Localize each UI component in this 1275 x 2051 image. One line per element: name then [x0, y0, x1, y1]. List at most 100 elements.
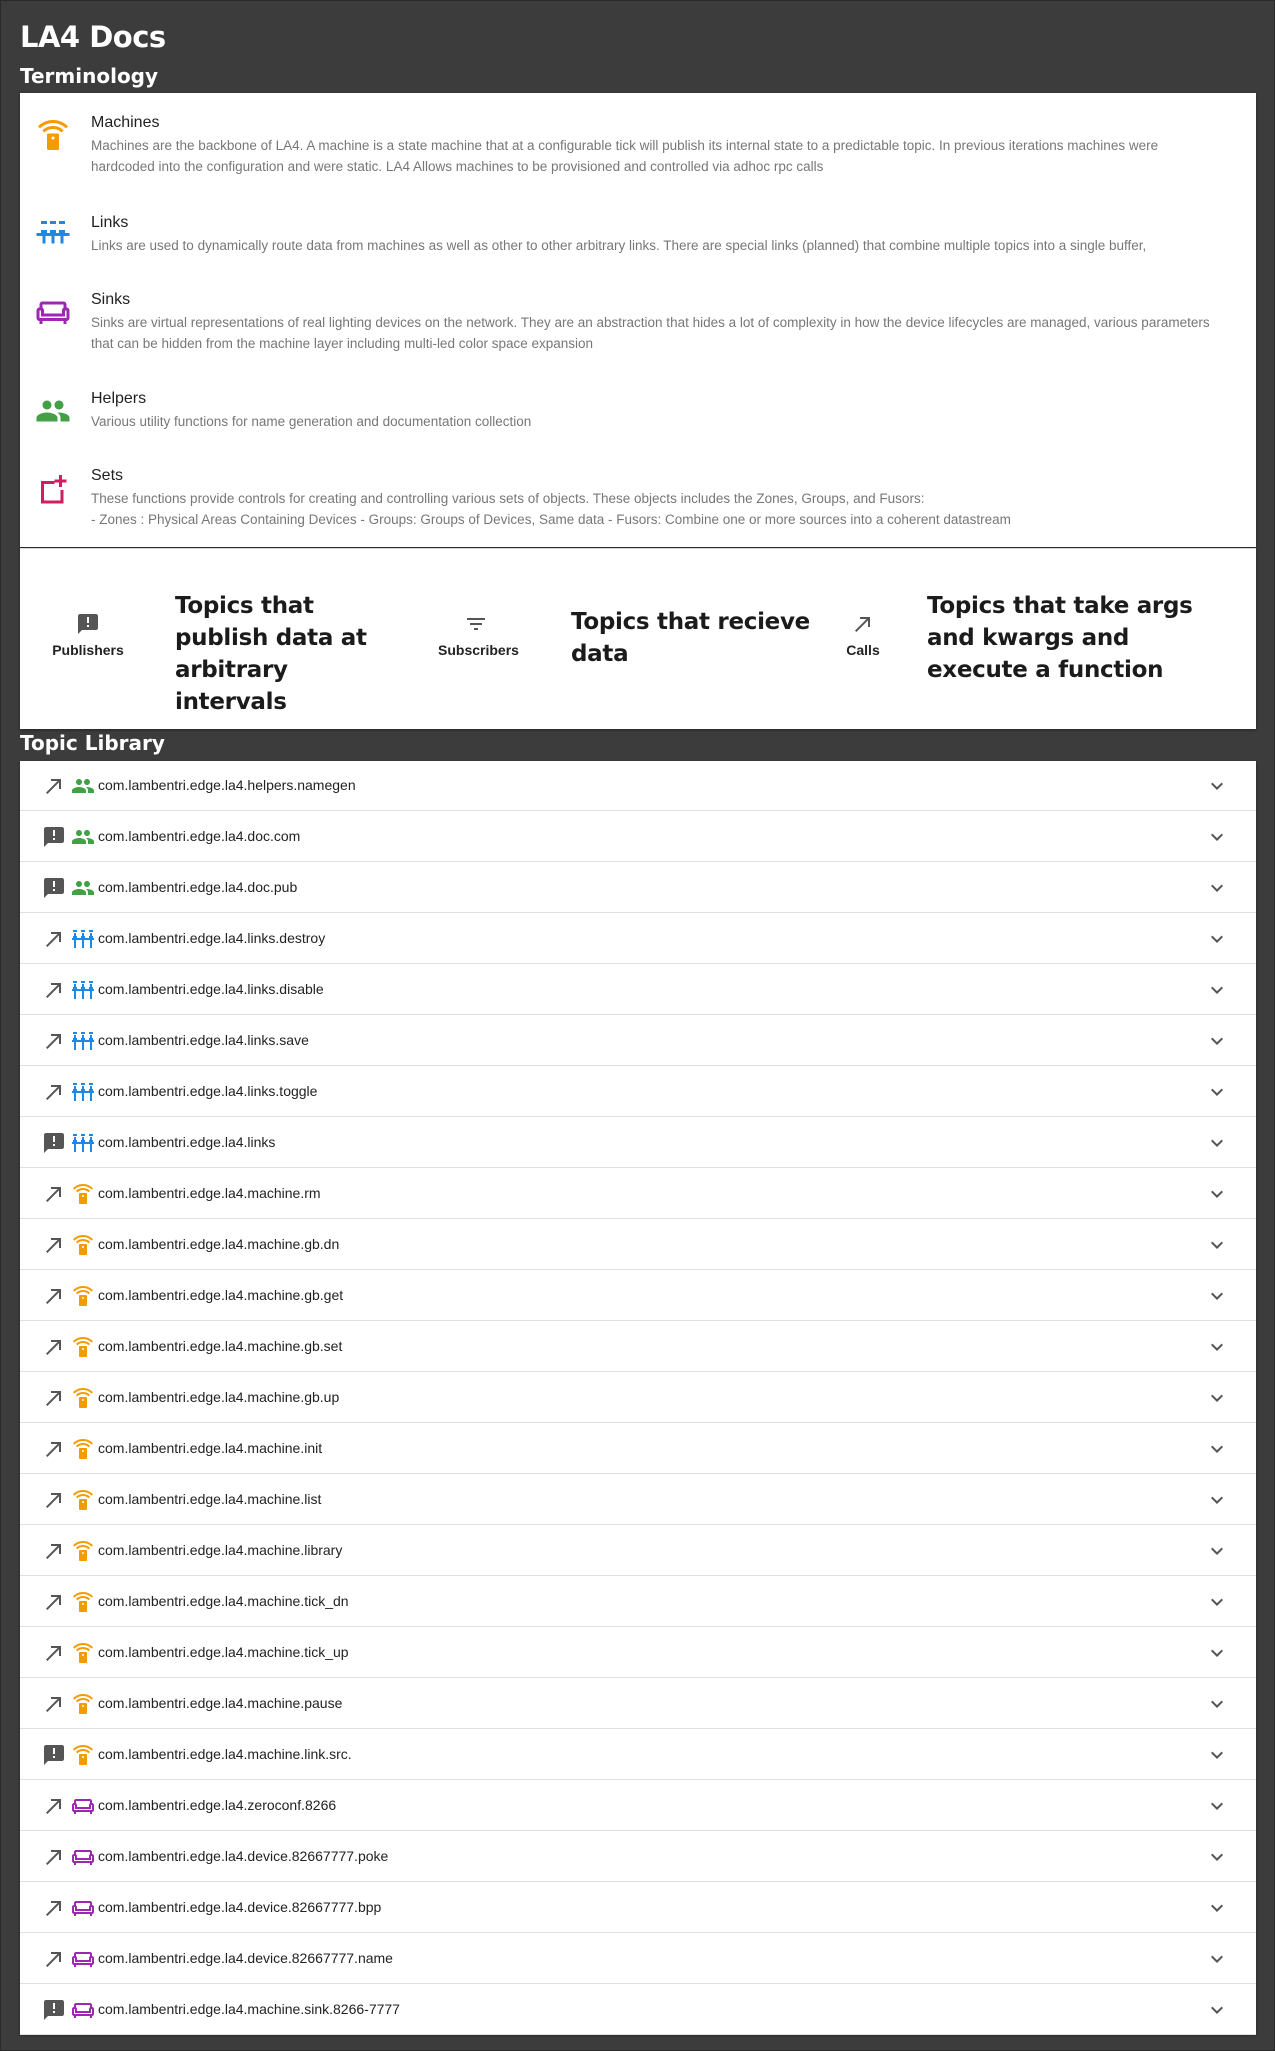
- topic-row[interactable]: com.lambentri.edge.la4.machine.library: [20, 1526, 1256, 1576]
- people-icon: [35, 393, 71, 429]
- filter-icon: [464, 612, 488, 636]
- chevron-down-icon[interactable]: [1205, 1947, 1229, 1971]
- term-desc: Sinks are virtual representations of rea…: [91, 315, 1210, 351]
- call-made-icon: [42, 1539, 66, 1563]
- topic-row[interactable]: com.lambentri.edge.la4.machine.pause: [20, 1679, 1256, 1729]
- legend-label: Publishers: [52, 642, 124, 658]
- call-made-icon: [42, 978, 66, 1002]
- sink-icon: [35, 294, 71, 330]
- chevron-down-icon[interactable]: [1205, 1845, 1229, 1869]
- topic-row[interactable]: com.lambentri.edge.la4.machine.gb.up: [20, 1373, 1256, 1423]
- topic-name: com.lambentri.edge.la4.zeroconf.8266: [98, 1797, 337, 1813]
- topic-name: com.lambentri.edge.la4.machine.library: [98, 1542, 343, 1558]
- topic-row[interactable]: com.lambentri.edge.la4.links: [20, 1118, 1256, 1168]
- chevron-down-icon[interactable]: [1205, 1080, 1229, 1104]
- term-desc: These functions provide controls for cre…: [91, 491, 925, 506]
- call-made-icon: [851, 612, 875, 636]
- chevron-down-icon[interactable]: [1205, 1794, 1229, 1818]
- topic-row[interactable]: com.lambentri.edge.la4.zeroconf.8266: [20, 1781, 1256, 1831]
- topic-row[interactable]: com.lambentri.edge.la4.doc.pub: [20, 863, 1256, 913]
- chevron-down-icon[interactable]: [1205, 978, 1229, 1002]
- term-name: Sinks: [91, 291, 131, 308]
- topic-row[interactable]: com.lambentri.edge.la4.machine.gb.set: [20, 1322, 1256, 1372]
- chevron-down-icon[interactable]: [1205, 825, 1229, 849]
- machine-icon: [71, 1539, 95, 1563]
- topic-row[interactable]: com.lambentri.edge.la4.doc.com: [20, 812, 1256, 862]
- machine-icon: [71, 1743, 95, 1767]
- topic-row[interactable]: com.lambentri.edge.la4.links.destroy: [20, 914, 1256, 964]
- chevron-down-icon[interactable]: [1205, 1182, 1229, 1206]
- chevron-down-icon[interactable]: [1205, 1488, 1229, 1512]
- machine-icon: [71, 1437, 95, 1461]
- topic-row[interactable]: com.lambentri.edge.la4.links.disable: [20, 965, 1256, 1015]
- call-made-icon: [42, 1590, 66, 1614]
- topic-row[interactable]: com.lambentri.edge.la4.device.82667777.n…: [20, 1934, 1256, 1984]
- term-desc: Links are used to dynamically route data…: [91, 238, 1147, 253]
- topic-name: com.lambentri.edge.la4.machine.gb.get: [98, 1287, 344, 1303]
- announcement-icon: [76, 612, 100, 636]
- call-made-icon: [42, 1233, 66, 1257]
- add-to-queue-icon: [35, 472, 71, 508]
- chevron-down-icon[interactable]: [1205, 1233, 1229, 1257]
- chevron-down-icon[interactable]: [1205, 1335, 1229, 1359]
- chevron-down-icon[interactable]: [1205, 1590, 1229, 1614]
- legend-text: Topics that recieve data: [571, 609, 810, 667]
- machine-icon: [71, 1488, 95, 1512]
- chevron-down-icon[interactable]: [1205, 1896, 1229, 1920]
- topic-name: com.lambentri.edge.la4.links.destroy: [98, 930, 326, 946]
- topic-name: com.lambentri.edge.la4.doc.pub: [98, 879, 298, 895]
- chevron-down-icon[interactable]: [1205, 1692, 1229, 1716]
- chevron-down-icon[interactable]: [1205, 1641, 1229, 1665]
- machine-icon: [71, 1590, 95, 1614]
- topic-row[interactable]: com.lambentri.edge.la4.machine.gb.dn: [20, 1220, 1256, 1270]
- chevron-down-icon[interactable]: [1205, 1998, 1229, 2022]
- chevron-down-icon[interactable]: [1205, 1029, 1229, 1053]
- term-desc: Various utility functions for name gener…: [91, 414, 532, 429]
- chevron-down-icon[interactable]: [1205, 927, 1229, 951]
- topic-row[interactable]: com.lambentri.edge.la4.machine.list: [20, 1475, 1256, 1525]
- call-made-icon: [42, 1692, 66, 1716]
- topic-row[interactable]: com.lambentri.edge.la4.machine.gb.get: [20, 1271, 1256, 1321]
- term-desc-extra: - Zones : Physical Areas Containing Devi…: [91, 512, 1011, 527]
- topic-row[interactable]: com.lambentri.edge.la4.device.82667777.b…: [20, 1883, 1256, 1933]
- announcement-icon: [42, 876, 66, 900]
- topic-row[interactable]: com.lambentri.edge.la4.machine.rm: [20, 1169, 1256, 1219]
- topic-name: com.lambentri.edge.la4.machine.tick_dn: [98, 1593, 349, 1609]
- chevron-down-icon[interactable]: [1205, 1284, 1229, 1308]
- topic-row[interactable]: com.lambentri.edge.la4.links.toggle: [20, 1067, 1256, 1117]
- sink-icon: [71, 1845, 95, 1869]
- chevron-down-icon[interactable]: [1205, 1539, 1229, 1563]
- chevron-down-icon[interactable]: [1205, 1437, 1229, 1461]
- links-icon: [71, 1131, 95, 1155]
- legend-card: Publishers Topics that publish data at a…: [20, 549, 1256, 729]
- call-made-icon: [42, 1284, 66, 1308]
- chevron-down-icon[interactable]: [1205, 876, 1229, 900]
- topic-row[interactable]: com.lambentri.edge.la4.links.save: [20, 1016, 1256, 1066]
- chevron-down-icon[interactable]: [1205, 774, 1229, 798]
- machine-icon: [35, 117, 71, 153]
- chevron-down-icon[interactable]: [1205, 1131, 1229, 1155]
- topic-row[interactable]: com.lambentri.edge.la4.machine.tick_dn: [20, 1577, 1256, 1627]
- topic-row[interactable]: com.lambentri.edge.la4.device.82667777.p…: [20, 1832, 1256, 1882]
- topic-row[interactable]: com.lambentri.edge.la4.machine.tick_up: [20, 1628, 1256, 1678]
- term-name: Links: [91, 214, 129, 231]
- legend-label: Subscribers: [438, 642, 519, 658]
- sink-icon: [71, 1947, 95, 1971]
- topic-row[interactable]: com.lambentri.edge.la4.machine.init: [20, 1424, 1256, 1474]
- topic-name: com.lambentri.edge.la4.machine.init: [98, 1440, 323, 1456]
- topic-name: com.lambentri.edge.la4.machine.sink.8266…: [98, 2001, 400, 2017]
- topic-name: com.lambentri.edge.la4.device.82667777.n…: [98, 1950, 393, 1966]
- topic-row[interactable]: com.lambentri.edge.la4.machine.link.src.: [20, 1730, 1256, 1780]
- topic-row[interactable]: com.lambentri.edge.la4.machine.sink.8266…: [20, 1985, 1256, 2035]
- call-made-icon: [42, 1029, 66, 1053]
- term-desc: Machines are the backbone of LA4. A mach…: [91, 138, 1159, 174]
- links-icon: [71, 978, 95, 1002]
- sink-icon: [71, 1896, 95, 1920]
- term-name: Machines: [91, 114, 160, 131]
- topic-name: com.lambentri.edge.la4.helpers.namegen: [98, 777, 356, 793]
- chevron-down-icon[interactable]: [1205, 1386, 1229, 1410]
- chevron-down-icon[interactable]: [1205, 1743, 1229, 1767]
- call-made-icon: [42, 1080, 66, 1104]
- topic-row[interactable]: com.lambentri.edge.la4.helpers.namegen: [20, 761, 1256, 811]
- terminology-card: Machines Machines are the backbone of LA…: [20, 93, 1256, 549]
